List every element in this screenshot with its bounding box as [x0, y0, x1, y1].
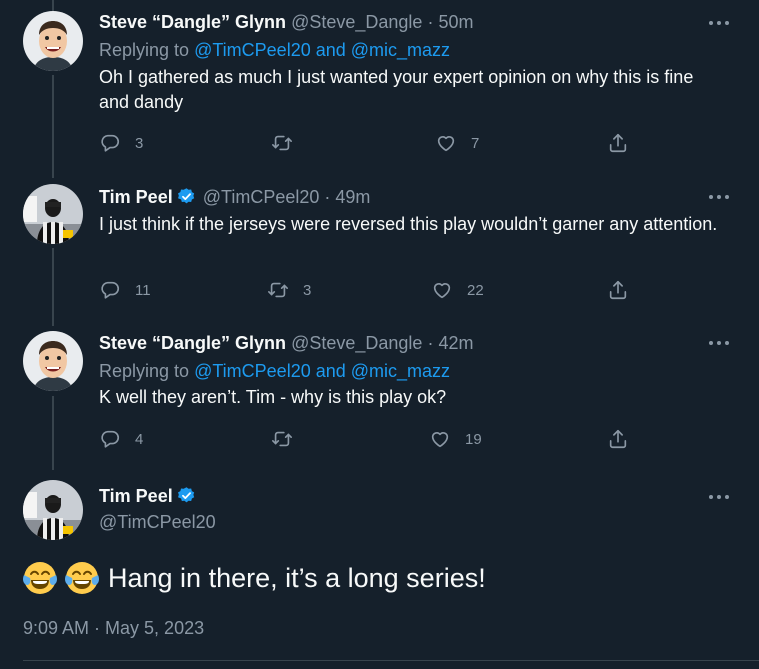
- author-name[interactable]: Tim Peel: [99, 187, 173, 207]
- reply-icon: [99, 132, 121, 154]
- heart-icon: [431, 279, 453, 301]
- reply-icon: [99, 428, 121, 450]
- author-name[interactable]: Steve “Dangle” Glynn: [99, 12, 286, 32]
- author-handle[interactable]: @Steve_Dangle: [291, 12, 422, 32]
- replying-to-link[interactable]: @TimCPeel20 and @mic_mazz: [194, 40, 450, 60]
- like-count: 22: [467, 281, 484, 299]
- heart-icon: [429, 428, 451, 450]
- tweet-text: Hang in there, it’s a long series!: [108, 562, 486, 593]
- action-bar: 3 7: [99, 132, 639, 154]
- replying-to: Replying to @TimCPeel20 and @mic_mazz: [99, 361, 450, 382]
- main-tweet: Tim Peel @TimCPeel20 Hang in there, it’s…: [0, 468, 759, 669]
- reply-button[interactable]: 11: [99, 279, 151, 301]
- share-icon: [607, 428, 629, 450]
- share-button[interactable]: [607, 132, 629, 154]
- reply-tweet[interactable]: Steve “Dangle” Glynn @Steve_Dangle · 42m…: [0, 318, 759, 468]
- retweet-icon: [271, 428, 293, 450]
- avatar[interactable]: [23, 331, 83, 391]
- tweet-text: Oh I gathered as much I just wanted your…: [99, 67, 694, 112]
- retweet-button[interactable]: 3: [267, 279, 311, 301]
- author-name[interactable]: Steve “Dangle” Glynn: [99, 333, 286, 353]
- share-icon: [607, 279, 629, 301]
- action-bar: 11 3 22: [99, 279, 639, 301]
- tweet-time[interactable]: 50m: [438, 12, 473, 32]
- replying-prefix: Replying to: [99, 361, 190, 381]
- more-options-icon[interactable]: [708, 492, 730, 502]
- reply-tweet[interactable]: Tim Peel @TimCPeel20 · 49m I just think …: [0, 170, 759, 318]
- reply-button[interactable]: 3: [99, 132, 143, 154]
- reply-count: 3: [135, 134, 144, 152]
- tweet-timestamp[interactable]: 9:09 AM · May 5, 2023: [23, 618, 204, 639]
- author-handle[interactable]: @Steve_Dangle: [291, 333, 422, 353]
- tweet-time[interactable]: 49m: [335, 187, 370, 207]
- more-options-icon[interactable]: [708, 338, 730, 348]
- replying-to-link[interactable]: @TimCPeel20 and @mic_mazz: [194, 361, 450, 381]
- heart-icon: [435, 132, 457, 154]
- replying-prefix: Replying to: [99, 40, 190, 60]
- verified-badge-icon: [177, 486, 196, 505]
- retweet-icon: [267, 279, 289, 301]
- reply-button[interactable]: 4: [99, 428, 143, 450]
- author-name-row: Tim Peel: [99, 486, 198, 507]
- tweet-text: K well they aren’t. Tim - why is this pl…: [99, 387, 447, 407]
- more-options-icon[interactable]: [708, 18, 730, 28]
- more-options-icon[interactable]: [708, 192, 730, 202]
- like-button[interactable]: 7: [435, 132, 479, 154]
- face-with-tears-of-joy-icon: [22, 560, 58, 596]
- reply-count: 11: [135, 281, 151, 299]
- author-handle[interactable]: @TimCPeel20: [99, 512, 216, 533]
- replying-to: Replying to @TimCPeel20 and @mic_mazz: [99, 40, 450, 61]
- tweet-time[interactable]: 42m: [438, 333, 473, 353]
- reply-tweet[interactable]: Steve “Dangle” Glynn @Steve_Dangle · 50m…: [0, 0, 759, 170]
- share-button[interactable]: [607, 279, 629, 301]
- like-count: 7: [471, 134, 480, 152]
- share-icon: [607, 132, 629, 154]
- retweet-button[interactable]: [271, 428, 307, 450]
- author-name[interactable]: Tim Peel: [99, 486, 173, 506]
- separator: ·: [324, 187, 331, 207]
- avatar[interactable]: [23, 480, 83, 540]
- avatar[interactable]: [23, 184, 83, 244]
- action-bar: 4 19: [99, 428, 639, 450]
- avatar[interactable]: [23, 11, 83, 71]
- retweet-count: 3: [303, 281, 312, 299]
- reply-count: 4: [135, 430, 144, 448]
- retweet-button[interactable]: [271, 132, 307, 154]
- like-count: 19: [465, 430, 482, 448]
- like-button[interactable]: 22: [431, 279, 484, 301]
- face-with-tears-of-joy-icon: [64, 560, 100, 596]
- retweet-icon: [271, 132, 293, 154]
- author-handle[interactable]: @TimCPeel20: [203, 187, 320, 207]
- like-button[interactable]: 19: [429, 428, 482, 450]
- verified-badge-icon: [177, 187, 196, 206]
- divider: [23, 660, 759, 661]
- separator: ·: [427, 333, 434, 353]
- separator: ·: [427, 12, 434, 32]
- reply-icon: [99, 279, 121, 301]
- tweet-text-row: Hang in there, it’s a long series!: [22, 560, 486, 596]
- share-button[interactable]: [607, 428, 629, 450]
- tweet-text: I just think if the jerseys were reverse…: [99, 214, 718, 234]
